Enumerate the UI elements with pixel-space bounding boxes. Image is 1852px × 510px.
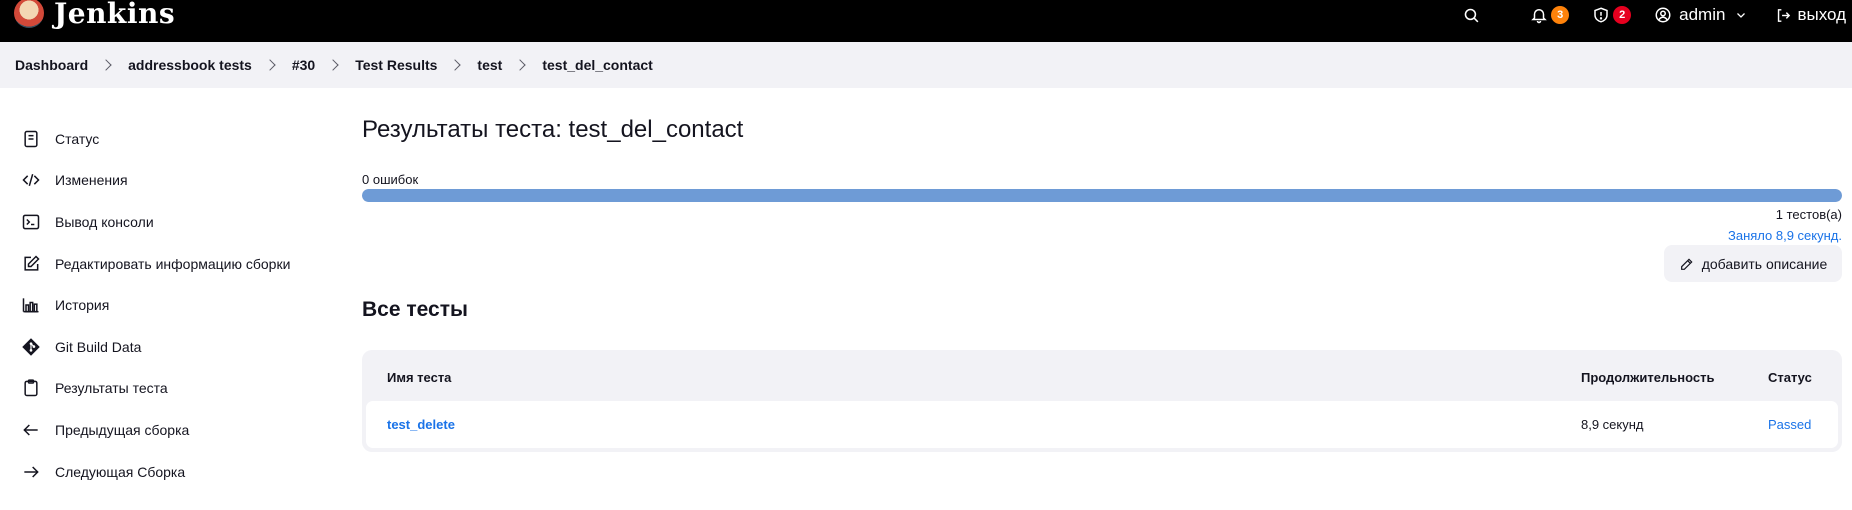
- test-count: 1 тестов(а): [1775, 207, 1842, 222]
- sidebar-item-label: Результаты теста: [55, 380, 168, 397]
- terminal-icon: [20, 211, 42, 233]
- test-name-link[interactable]: test_delete: [387, 417, 455, 432]
- sidebar-item-label: Вывод консоли: [55, 213, 154, 230]
- history-icon: [20, 294, 42, 316]
- test-progress-bar: [362, 189, 1842, 202]
- test-status[interactable]: Passed: [1768, 417, 1811, 432]
- chevron-right-icon: [449, 59, 462, 71]
- column-header-duration[interactable]: Продолжительность: [1581, 370, 1714, 385]
- table-row: test_delete 8,9 секунд Passed: [366, 401, 1838, 448]
- table-header: Имя теста Продолжительность Статус: [366, 354, 1838, 401]
- sidebar-item-git-build-data[interactable]: Git Build Data: [20, 326, 330, 368]
- search-icon: [1461, 5, 1481, 25]
- add-description-button[interactable]: добавить описание: [1664, 245, 1842, 282]
- security-badge: 2: [1613, 6, 1632, 24]
- arrow-right-icon: [20, 461, 42, 483]
- sidebar-item-label: Предыдущая сборка: [55, 421, 190, 438]
- sidebar-item-label: Git Build Data: [55, 338, 142, 355]
- sidebar-item-edit-build-info[interactable]: Редактировать информацию сборки: [20, 243, 330, 285]
- chevron-right-icon: [327, 59, 339, 71]
- git-icon: [20, 336, 42, 358]
- chevron-right-icon: [264, 59, 276, 71]
- sidebar-item-console[interactable]: Вывод консоли: [20, 201, 330, 243]
- sidebar-item-history[interactable]: История: [20, 284, 330, 326]
- breadcrumb-test[interactable]: test: [477, 57, 502, 73]
- sidebar-item-test-results[interactable]: Результаты теста: [20, 368, 330, 410]
- edit-icon: [20, 253, 42, 275]
- column-header-name[interactable]: Имя теста: [387, 370, 451, 385]
- sidebar-item-previous-build[interactable]: Предыдущая сборка: [20, 409, 330, 451]
- breadcrumb-test-case[interactable]: test_del_contact: [542, 57, 652, 73]
- test-duration: 8,9 секунд: [1581, 417, 1644, 432]
- tests-table: Имя теста Продолжительность Статус test_…: [362, 350, 1842, 452]
- arrow-left-icon: [20, 419, 42, 441]
- user-menu[interactable]: admin: [1653, 5, 1751, 25]
- document-icon: [20, 128, 42, 150]
- pencil-icon: [1680, 257, 1693, 270]
- page-title: Результаты теста: test_del_contact: [362, 116, 744, 143]
- breadcrumb: Dashboard addressbook tests #30 Test Res…: [0, 42, 1852, 88]
- all-tests-heading: Все тесты: [362, 298, 468, 321]
- main-content: Результаты теста: test_del_contact 0 оши…: [362, 110, 1842, 452]
- top-header: Jenkins 3 2 admin выход: [0, 0, 1852, 42]
- breadcrumb-test-results[interactable]: Test Results: [355, 57, 437, 73]
- sidebar-item-label: Изменения: [55, 172, 128, 189]
- brand-name: Jenkins: [54, 0, 176, 30]
- breadcrumb-build[interactable]: #30: [292, 57, 315, 73]
- sidebar-item-next-build[interactable]: Следующая Сборка: [20, 451, 330, 493]
- chevron-right-icon: [514, 59, 526, 71]
- breadcrumb-dashboard[interactable]: Dashboard: [15, 57, 88, 73]
- progress-fill: [362, 189, 1842, 202]
- logout-button[interactable]: выход: [1773, 5, 1852, 25]
- code-icon: [20, 169, 42, 191]
- jenkins-logo: [14, 0, 44, 28]
- logout-icon: [1773, 5, 1793, 25]
- fail-count: 0 ошибок: [362, 172, 419, 187]
- bell-icon: [1529, 5, 1549, 25]
- sidebar-item-label: Следующая Сборка: [55, 463, 186, 480]
- security-button[interactable]: 2: [1591, 5, 1632, 25]
- sidebar-item-label: История: [55, 297, 110, 314]
- logout-label: выход: [1797, 5, 1846, 24]
- column-header-status[interactable]: Статус: [1768, 370, 1812, 385]
- sidebar-item-status[interactable]: Статус: [20, 118, 330, 160]
- notifications-badge: 3: [1551, 6, 1570, 24]
- sidebar-item-label: Статус: [55, 130, 100, 147]
- shield-icon: [1591, 5, 1611, 25]
- header-actions: 3 2 admin выход: [1461, 0, 1852, 30]
- duration-link[interactable]: Заняло 8,9 секунд.: [1728, 228, 1842, 243]
- sidebar: Статус Изменения Вывод консоли Редактиро…: [20, 118, 330, 492]
- user-name: admin: [1679, 5, 1726, 24]
- user-icon: [1653, 5, 1673, 25]
- breadcrumb-job[interactable]: addressbook tests: [128, 57, 252, 73]
- add-description-label: добавить описание: [1701, 255, 1828, 272]
- search-button[interactable]: [1461, 5, 1481, 25]
- brand-link[interactable]: Jenkins: [14, 0, 176, 30]
- chevron-down-icon: [1731, 5, 1751, 25]
- clipboard-icon: [20, 377, 42, 399]
- sidebar-item-label: Редактировать информацию сборки: [55, 255, 291, 272]
- notifications-button[interactable]: 3: [1529, 5, 1570, 25]
- chevron-right-icon: [100, 59, 112, 71]
- sidebar-item-changes[interactable]: Изменения: [20, 160, 330, 202]
